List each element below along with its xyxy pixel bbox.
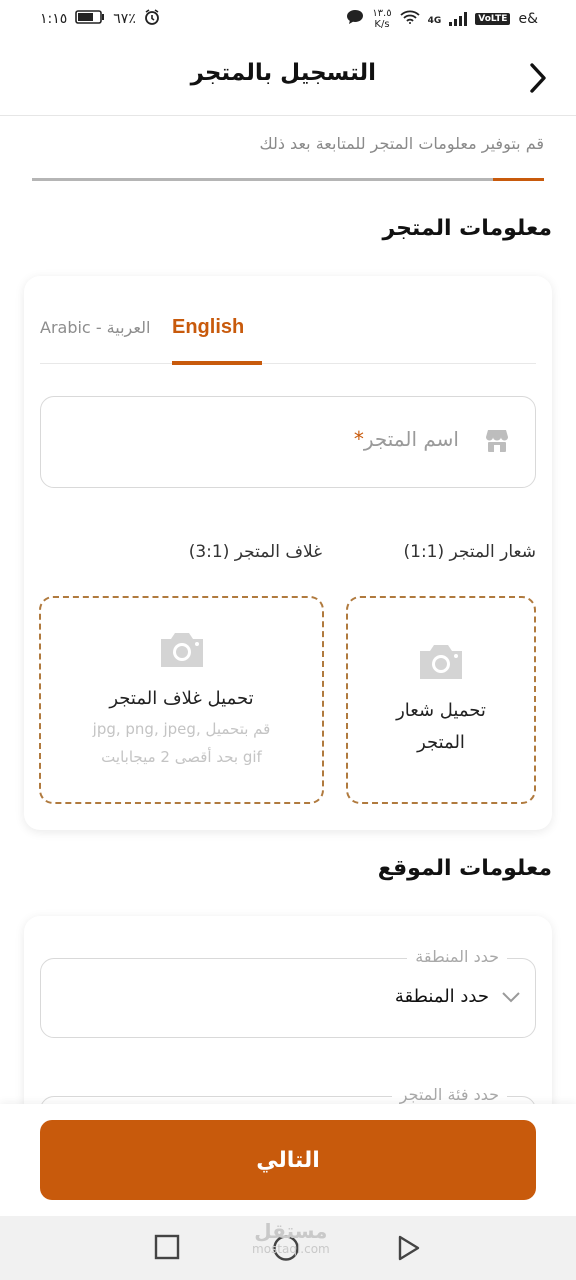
- store-name-placeholder: اسم المتجر*: [348, 427, 459, 451]
- square-icon: [154, 1234, 180, 1260]
- app-header: التسجيل بالمتجر: [0, 38, 576, 116]
- chevron-right-icon: [530, 63, 546, 93]
- store-info-card: English Arabic - العربية اسم المتجر* شعا…: [24, 276, 552, 830]
- status-right: ١٣.٥ K/s 4G VoLTE e&: [346, 8, 538, 30]
- system-nav-bar: مستقل mostaql.com: [0, 1216, 576, 1280]
- language-tabs: English Arabic - العربية: [40, 306, 536, 365]
- cover-upload-hint-1: قم بتحميل ,jpg, png, jpeg: [92, 720, 271, 738]
- chat-icon: [346, 9, 364, 29]
- region-select[interactable]: حدد المنطقة حدد المنطقة: [40, 947, 536, 1038]
- status-left: ١:١٥ ٦٧٪: [40, 9, 160, 29]
- camera-icon: [416, 641, 466, 685]
- store-name-input[interactable]: اسم المتجر*: [40, 396, 536, 488]
- progress-bar: [32, 178, 544, 181]
- store-name-placeholder-text: اسم المتجر: [363, 427, 459, 451]
- progress-fill: [492, 178, 544, 181]
- region-value: حدد المنطقة: [394, 986, 489, 1007]
- watermark-latin: mostaql.com: [252, 1242, 330, 1256]
- active-tab-indicator: [172, 361, 262, 365]
- recent-apps-button[interactable]: [154, 1234, 180, 1264]
- wifi-icon: [399, 10, 420, 28]
- intro-subtitle: قم بتوفير معلومات المتجر للمتابعة بعد ذل…: [259, 134, 544, 153]
- status-time: ١:١٥: [40, 11, 68, 27]
- category-label: حدد فئة المتجر: [391, 1085, 507, 1104]
- tab-english[interactable]: English: [172, 316, 244, 339]
- cover-upload-area[interactable]: تحميل غلاف المتجر قم بتحميل ,jpg, png, j…: [39, 596, 324, 804]
- store-icon: [483, 427, 511, 459]
- page-content: قم بتوفير معلومات المتجر للمتابعة بعد ذل…: [0, 116, 576, 1176]
- watermark: مستقل mostaql.com: [252, 1220, 330, 1256]
- network-speed: ١٣.٥ K/s: [372, 8, 391, 30]
- store-info-title: معلومات المتجر: [382, 216, 552, 241]
- alarm-icon: [144, 9, 160, 29]
- cover-upload-hint-2: gif بحد أقصى 2 ميجابايت: [101, 748, 262, 766]
- camera-icon: [157, 629, 207, 673]
- logo-upload-area[interactable]: تحميل شعار المتجر: [346, 596, 536, 804]
- back-button[interactable]: [522, 58, 554, 98]
- tab-arabic[interactable]: Arabic - العربية: [40, 318, 150, 337]
- volte-badge: VoLTE: [475, 13, 511, 25]
- battery-percent: ٦٧٪: [113, 11, 136, 27]
- cover-label: غلاف المتجر (3:1): [188, 542, 322, 562]
- logo-upload-title-1: تحميل شعار: [396, 700, 486, 721]
- back-nav-button[interactable]: [396, 1234, 422, 1266]
- signal-icon: [449, 12, 468, 26]
- page-title: التسجيل بالمتجر: [190, 60, 376, 86]
- carrier-name: e&: [518, 11, 538, 27]
- location-info-title: معلومات الموقع: [377, 856, 552, 881]
- network-type: 4G: [427, 16, 442, 26]
- next-button[interactable]: التالي: [40, 1120, 536, 1200]
- logo-upload-title-2: المتجر: [417, 732, 465, 753]
- bottom-action-bar: التالي: [0, 1104, 576, 1216]
- watermark-arabic: مستقل: [254, 1219, 328, 1243]
- battery-icon: [75, 10, 105, 28]
- triangle-icon: [398, 1235, 420, 1261]
- logo-label: شعار المتجر (1:1): [403, 542, 537, 562]
- speed-unit: K/s: [374, 19, 390, 30]
- region-label: حدد المنطقة: [407, 947, 507, 966]
- chevron-down-icon: [501, 989, 521, 1008]
- required-mark: *: [353, 427, 364, 451]
- speed-value: ١٣.٥: [372, 8, 392, 19]
- cover-upload-title: تحميل غلاف المتجر: [109, 688, 254, 709]
- status-bar: ١:١٥ ٦٧٪ ١٣.٥ K/s 4G VoLTE e&: [0, 0, 576, 38]
